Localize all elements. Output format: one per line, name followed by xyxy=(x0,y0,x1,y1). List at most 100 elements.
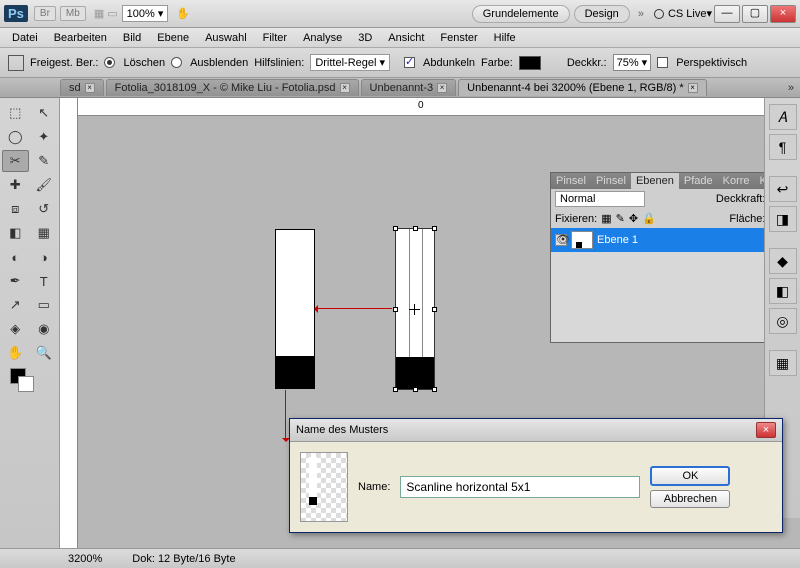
radio-ausblenden[interactable] xyxy=(171,57,182,68)
tab-ebenen[interactable]: Ebenen xyxy=(631,173,679,189)
hand-tool[interactable]: ✋ xyxy=(2,342,29,364)
menu-hilfe[interactable]: Hilfe xyxy=(488,30,522,46)
transform-center-icon[interactable] xyxy=(409,304,420,315)
blur-tool[interactable]: ◐ xyxy=(2,246,29,268)
menu-ansicht[interactable]: Ansicht xyxy=(382,30,430,46)
eyedropper-tool[interactable]: ✎ xyxy=(31,150,58,172)
hilfslinien-value: Drittel-Regel xyxy=(315,57,376,69)
history-brush-tool[interactable]: ↺ xyxy=(31,198,58,220)
3d-tool[interactable]: ◈ xyxy=(2,318,29,340)
shape-tool[interactable]: ▭ xyxy=(31,294,58,316)
chk-perspektivisch[interactable] xyxy=(657,57,668,68)
workspace-more[interactable]: » xyxy=(638,8,644,20)
gradient-tool[interactable]: ▦ xyxy=(31,222,58,244)
status-docinfo: Dok: 12 Byte/16 Byte xyxy=(132,553,235,565)
freigest-label: Freigest. Ber.: xyxy=(30,57,98,69)
paragraph-panel-icon[interactable]: ¶ xyxy=(769,134,797,160)
ruler-vertical xyxy=(60,98,78,548)
menu-bearbeiten[interactable]: Bearbeiten xyxy=(48,30,113,46)
zoom-select[interactable]: 100% ▾ xyxy=(122,5,169,22)
close-icon[interactable]: × xyxy=(340,83,350,93)
layer-item[interactable]: 👁 Ebene 1 xyxy=(551,228,800,252)
menu-bild[interactable]: Bild xyxy=(117,30,147,46)
ok-button[interactable]: OK xyxy=(650,466,730,486)
pattern-name-dialog: Name des Musters × Name: OK Abbrechen xyxy=(289,418,783,533)
close-button[interactable]: × xyxy=(770,5,796,23)
hand-icon[interactable]: ✋ xyxy=(176,7,190,20)
menu-3d[interactable]: 3D xyxy=(352,30,378,46)
tabs-overflow[interactable]: » xyxy=(782,80,800,96)
lock-move-icon[interactable]: ✥ xyxy=(629,212,638,225)
workspace-design[interactable]: Design xyxy=(574,5,630,23)
dialog-titlebar[interactable]: Name des Musters × xyxy=(290,419,782,442)
pen-tool[interactable]: ✒ xyxy=(2,270,29,292)
menu-auswahl[interactable]: Auswahl xyxy=(199,30,253,46)
type-tool[interactable]: T xyxy=(31,270,58,292)
swatches-panel-icon[interactable]: ▦ xyxy=(769,350,797,376)
tab-pfade[interactable]: Pfade xyxy=(679,173,718,189)
tab-label: Fotolia_3018109_X - © Mike Liu - Fotolia… xyxy=(115,82,336,94)
zoom-tool[interactable]: 🔍 xyxy=(31,342,58,364)
perspektivisch-label: Perspektivisch xyxy=(676,57,747,69)
heal-tool[interactable]: ✚ xyxy=(2,174,29,196)
blend-mode-select[interactable]: Normal xyxy=(555,191,645,207)
menu-analyse[interactable]: Analyse xyxy=(297,30,348,46)
background-color[interactable] xyxy=(18,376,34,392)
lasso-tool[interactable]: ◯ xyxy=(2,126,29,148)
radio-ausblenden-label: Ausblenden xyxy=(190,57,248,69)
camera-tool[interactable]: ◉ xyxy=(31,318,58,340)
separator: ▦ ▭ xyxy=(94,7,118,20)
maximize-button[interactable]: ▢ xyxy=(742,5,768,23)
radio-loeschen[interactable] xyxy=(104,57,115,68)
tab-3[interactable]: Unbenannt-3× xyxy=(361,79,457,96)
pattern-name-input[interactable] xyxy=(400,476,640,498)
wand-tool[interactable]: ✦ xyxy=(31,126,58,148)
workspace-grundelemente[interactable]: Grundelemente xyxy=(472,5,570,23)
tab-pinsel[interactable]: Pinsel xyxy=(551,173,591,189)
menu-ebene[interactable]: Ebene xyxy=(151,30,195,46)
3d-panel-icon[interactable]: ◨ xyxy=(769,206,797,232)
tab-korrekturen[interactable]: Korre xyxy=(718,173,755,189)
tab-pinsel2[interactable]: Pinsel xyxy=(591,173,631,189)
minimize-button[interactable]: — xyxy=(714,5,740,23)
move-tool[interactable]: ⬚ xyxy=(2,102,29,124)
lock-brush-icon[interactable]: ✎ xyxy=(616,212,625,225)
move-arrow-tool[interactable]: ↖ xyxy=(31,102,58,124)
close-icon[interactable]: × xyxy=(437,83,447,93)
tab-1[interactable]: sd × xyxy=(60,79,104,96)
dialog-close-button[interactable]: × xyxy=(756,422,776,438)
mask-panel-icon[interactable]: ◧ xyxy=(769,278,797,304)
crop-tool[interactable]: ✂ xyxy=(2,150,29,172)
farbe-swatch[interactable] xyxy=(519,56,541,70)
minibridge-button[interactable]: Mb xyxy=(60,6,86,21)
lock-trans-icon[interactable]: ▦ xyxy=(601,212,611,225)
cancel-button[interactable]: Abbrechen xyxy=(650,490,730,508)
adjust-panel-icon[interactable]: ◎ xyxy=(769,308,797,334)
tab-label: sd xyxy=(69,82,81,94)
tab-4[interactable]: Unbenannt-4 bei 3200% (Ebene 1, RGB/8) *… xyxy=(458,79,706,96)
hilfslinien-select[interactable]: Drittel-Regel ▾ xyxy=(310,54,390,71)
eraser-tool[interactable]: ◧ xyxy=(2,222,29,244)
fg-bg-colors[interactable] xyxy=(2,368,57,402)
history-panel-icon[interactable]: ↩ xyxy=(769,176,797,202)
dodge-tool[interactable]: ◑ xyxy=(31,246,58,268)
close-icon[interactable]: × xyxy=(85,83,95,93)
brush-tool[interactable]: 🖌 xyxy=(31,174,58,196)
type-panel-icon[interactable]: 𝐴 xyxy=(769,104,797,130)
close-icon[interactable]: × xyxy=(688,83,698,93)
visibility-icon[interactable]: 👁 xyxy=(555,234,567,246)
bridge-button[interactable]: Br xyxy=(34,6,56,21)
lock-all-icon[interactable]: 🔒 xyxy=(642,212,656,225)
path-select-tool[interactable]: ↗ xyxy=(2,294,29,316)
menu-filter[interactable]: Filter xyxy=(257,30,293,46)
chk-abdunkeln[interactable]: ✓ xyxy=(404,57,415,68)
cs-live[interactable]: CS Live ▾ xyxy=(654,7,712,20)
stamp-tool[interactable]: ⧈ xyxy=(2,198,29,220)
deckkr-input[interactable]: 75% ▾ xyxy=(613,54,652,71)
layers-panel-icon[interactable]: ◆ xyxy=(769,248,797,274)
status-zoom[interactable]: 3200% xyxy=(68,553,102,565)
tab-2[interactable]: Fotolia_3018109_X - © Mike Liu - Fotolia… xyxy=(106,79,359,96)
farbe-label: Farbe: xyxy=(481,57,513,69)
menu-fenster[interactable]: Fenster xyxy=(434,30,483,46)
menu-datei[interactable]: Datei xyxy=(6,30,44,46)
